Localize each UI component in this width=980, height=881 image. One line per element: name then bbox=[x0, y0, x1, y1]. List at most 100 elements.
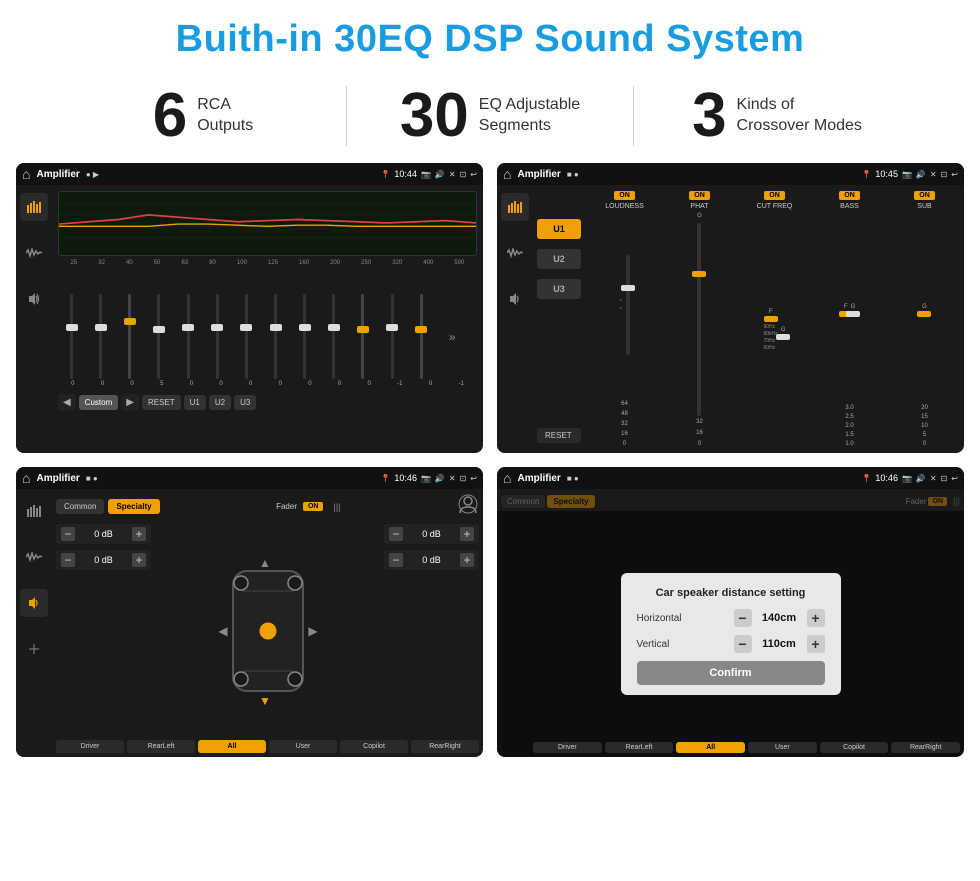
dialog-minus-horizontal[interactable]: − bbox=[734, 609, 752, 627]
dialog-overlay: Car speaker distance setting Horizontal … bbox=[497, 511, 964, 757]
fader-btn-rearright[interactable]: RearRight bbox=[411, 740, 479, 753]
stat-crossover: 3 Kinds of Crossover Modes bbox=[634, 85, 920, 147]
dialog-btn-driver[interactable]: Driver bbox=[533, 742, 602, 753]
eq-slider-4[interactable] bbox=[157, 269, 160, 379]
eq-slider-9[interactable] bbox=[303, 269, 306, 379]
eq-slider-7[interactable] bbox=[245, 269, 248, 379]
eq-slider-11[interactable] bbox=[361, 269, 364, 379]
loudness-slider[interactable] bbox=[626, 255, 630, 355]
vol-minus-2[interactable]: − bbox=[61, 553, 75, 567]
eq-icon-active[interactable] bbox=[20, 193, 48, 221]
eq-scroll-right[interactable]: » bbox=[449, 294, 465, 379]
vol-minus-1[interactable]: − bbox=[61, 527, 75, 541]
crossover-status-dots: ■ ● bbox=[567, 170, 579, 179]
bass-on[interactable]: ON bbox=[839, 191, 860, 200]
vol-plus-4[interactable]: + bbox=[460, 553, 474, 567]
eq-slider-5[interactable] bbox=[187, 269, 190, 379]
dialog-bg: Common Specialty Fader ON ||| Car speake… bbox=[497, 489, 964, 757]
dialog-home-icon[interactable]: ⌂ bbox=[503, 470, 511, 486]
eq-slider-6[interactable] bbox=[216, 269, 219, 379]
eq-slider-12[interactable] bbox=[391, 269, 394, 379]
crossover-speaker-icon[interactable] bbox=[501, 285, 529, 313]
dialog-title: Car speaker distance setting bbox=[637, 587, 825, 599]
dialog-status-bar: ⌂ Amplifier ■ ● 📍 10:46 📷 🔊 ✕ ⊡ ↩ bbox=[497, 467, 964, 489]
loudness-col: ON LOUDNESS ~ ~ 64 bbox=[589, 191, 660, 447]
dialog-box: Car speaker distance setting Horizontal … bbox=[621, 573, 841, 695]
phat-slider[interactable] bbox=[697, 223, 701, 416]
crossover-time: 10:45 bbox=[875, 169, 898, 179]
crossover-wave-icon[interactable] bbox=[501, 239, 529, 267]
dialog-btn-user[interactable]: User bbox=[748, 742, 817, 753]
crossover-back-icon[interactable]: ↩ bbox=[951, 170, 958, 179]
fader-btn-all[interactable]: All bbox=[198, 740, 266, 753]
eq-prev-btn[interactable]: ◀ bbox=[58, 394, 76, 411]
fader-btn-user[interactable]: User bbox=[269, 740, 337, 753]
dialog-plus-vertical[interactable]: + bbox=[807, 635, 825, 653]
dialog-time: 10:46 bbox=[875, 473, 898, 483]
u3-btn[interactable]: U3 bbox=[537, 279, 581, 299]
eq-values: 0 0 0 5 0 0 0 0 0 0 0 -1 0 -1 bbox=[58, 381, 477, 387]
eq-slider-13[interactable] bbox=[420, 269, 423, 379]
stat-number-eq: 30 bbox=[400, 85, 469, 147]
dialog-btn-copilot[interactable]: Copilot bbox=[820, 742, 889, 753]
dialog-back-icon[interactable]: ↩ bbox=[951, 474, 958, 483]
dialog-label-horizontal: Horizontal bbox=[637, 613, 682, 624]
cutfreq-on[interactable]: ON bbox=[764, 191, 785, 200]
dialog-minus-vertical[interactable]: − bbox=[734, 635, 752, 653]
fader-profile-icon[interactable] bbox=[457, 493, 479, 520]
vol-plus-1[interactable]: + bbox=[132, 527, 146, 541]
volume-icon: 🔊 bbox=[435, 170, 445, 179]
eq-slider-2[interactable] bbox=[99, 269, 102, 379]
fader-vol-icon[interactable] bbox=[20, 635, 48, 663]
fader-window-icon: ⊡ bbox=[460, 474, 467, 483]
fader-tab-common[interactable]: Common bbox=[56, 499, 104, 514]
waveform-icon[interactable] bbox=[20, 239, 48, 267]
eq-slider-3[interactable] bbox=[128, 269, 131, 379]
vol-minus-4[interactable]: − bbox=[389, 553, 403, 567]
sub-on[interactable]: ON bbox=[914, 191, 935, 200]
fader-speaker-icon[interactable] bbox=[20, 589, 48, 617]
speaker-icon[interactable] bbox=[20, 285, 48, 313]
crossover-camera-icon: 📷 bbox=[902, 170, 912, 179]
confirm-button[interactable]: Confirm bbox=[637, 661, 825, 685]
u1-btn[interactable]: U1 bbox=[537, 219, 581, 239]
eq-slider-1[interactable] bbox=[70, 269, 73, 379]
fader-tab-specialty[interactable]: Specialty bbox=[108, 499, 159, 514]
fader-label: Fader bbox=[276, 502, 297, 511]
dialog-plus-horizontal[interactable]: + bbox=[807, 609, 825, 627]
u2-btn[interactable]: U2 bbox=[537, 249, 581, 269]
eq-preset-custom[interactable]: Custom bbox=[79, 395, 119, 410]
dialog-btn-rearright[interactable]: RearRight bbox=[891, 742, 960, 753]
eq-slider-8[interactable] bbox=[274, 269, 277, 379]
fader-btn-driver[interactable]: Driver bbox=[56, 740, 124, 753]
fader-btn-rearleft[interactable]: RearLeft bbox=[127, 740, 195, 753]
eq-preset-u2[interactable]: U2 bbox=[209, 395, 231, 410]
fader-on-badge[interactable]: ON bbox=[303, 502, 324, 511]
dialog-btn-rearleft[interactable]: RearLeft bbox=[605, 742, 674, 753]
eq-preset-u1[interactable]: U1 bbox=[184, 395, 206, 410]
dialog-btn-all[interactable]: All bbox=[676, 742, 745, 753]
loudness-on[interactable]: ON bbox=[614, 191, 635, 200]
fader-home-icon[interactable]: ⌂ bbox=[22, 470, 30, 486]
camera-icon: 📷 bbox=[421, 170, 431, 179]
crossover-reset-btn[interactable]: RESET bbox=[537, 428, 581, 443]
vol-minus-3[interactable]: − bbox=[389, 527, 403, 541]
vol-row-4: − 0 dB + bbox=[384, 550, 479, 570]
fader-back-icon[interactable]: ↩ bbox=[470, 474, 477, 483]
fader-btn-copilot[interactable]: Copilot bbox=[340, 740, 408, 753]
eq-slider-10[interactable] bbox=[332, 269, 335, 379]
vol-plus-2[interactable]: + bbox=[132, 553, 146, 567]
eq-next-btn[interactable]: ▶ bbox=[121, 394, 139, 411]
stat-label-crossover: Kinds of Crossover Modes bbox=[737, 95, 862, 137]
fader-eq-icon[interactable] bbox=[20, 497, 48, 525]
loudness-label: LOUDNESS bbox=[605, 203, 644, 210]
crossover-home-icon[interactable]: ⌂ bbox=[503, 166, 511, 182]
home-icon[interactable]: ⌂ bbox=[22, 166, 30, 182]
back-icon[interactable]: ↩ bbox=[470, 170, 477, 179]
crossover-eq-icon[interactable] bbox=[501, 193, 529, 221]
phat-on[interactable]: ON bbox=[689, 191, 710, 200]
vol-plus-3[interactable]: + bbox=[460, 527, 474, 541]
fader-wave-icon[interactable] bbox=[20, 543, 48, 571]
eq-preset-reset[interactable]: RESET bbox=[142, 395, 181, 410]
eq-preset-u3[interactable]: U3 bbox=[234, 395, 256, 410]
